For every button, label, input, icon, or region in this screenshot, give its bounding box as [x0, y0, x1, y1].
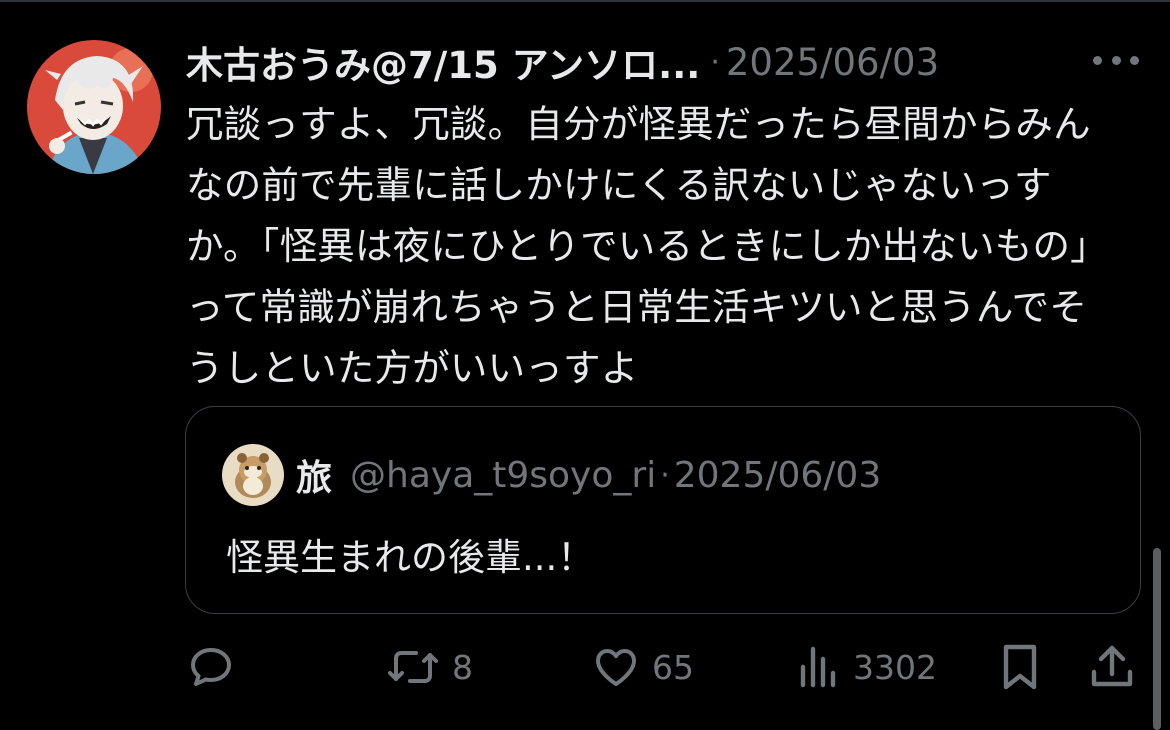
author-avatar[interactable]	[27, 40, 161, 174]
views-button[interactable]: 3302	[797, 640, 937, 694]
scrollbar[interactable]	[1153, 548, 1161, 730]
bookmark-icon	[1003, 644, 1037, 690]
heart-icon	[596, 649, 636, 686]
tweet-header: 木古おうみ@7/15 アンソロ... · 2025/06/03	[186, 35, 1146, 89]
more-options-icon[interactable]	[1093, 50, 1139, 70]
quote-header: 旅 @haya_t9soyo_ri · 2025/06/03	[296, 449, 882, 501]
bookmark-button[interactable]	[998, 640, 1042, 694]
quote-timestamp[interactable]: 2025/06/03	[674, 455, 882, 496]
retweet-arrows-icon	[388, 651, 438, 683]
header-separator: ·	[710, 44, 720, 80]
like-count: 65	[652, 647, 694, 687]
author-display-name[interactable]: 木古おうみ@7/15 アンソロ...	[186, 35, 700, 89]
quote-separator: ·	[660, 457, 670, 493]
tweet-action-bar: 8 65 3302	[0, 640, 1170, 694]
quote-text: 怪異生まれの後輩...！	[226, 536, 595, 579]
quote-tweet-card[interactable]: 旅 @haya_t9soyo_ri · 2025/06/03 怪異生まれの後輩.…	[185, 406, 1141, 614]
speech-bubble-icon	[191, 648, 231, 686]
quote-author-handle[interactable]: @haya_t9soyo_ri	[350, 455, 656, 496]
views-count: 3302	[853, 647, 937, 687]
quote-author-avatar	[222, 444, 284, 506]
quote-author-name[interactable]: 旅	[296, 449, 332, 501]
bar-chart-icon	[800, 646, 836, 688]
like-button[interactable]: 65	[592, 640, 694, 694]
tweet-timestamp[interactable]: 2025/06/03	[726, 41, 939, 84]
retweet-button[interactable]: 8	[386, 640, 473, 694]
share-button[interactable]	[1088, 640, 1136, 694]
retweet-count: 8	[452, 647, 473, 687]
share-upload-icon	[1091, 645, 1133, 687]
reply-button[interactable]	[187, 640, 235, 694]
tweet-text: 冗談っすよ、冗談。自分が怪異だったら昼間からみんなの前で先輩に話しかけにくる訳な…	[186, 102, 1108, 390]
top-divider	[0, 0, 1170, 2]
